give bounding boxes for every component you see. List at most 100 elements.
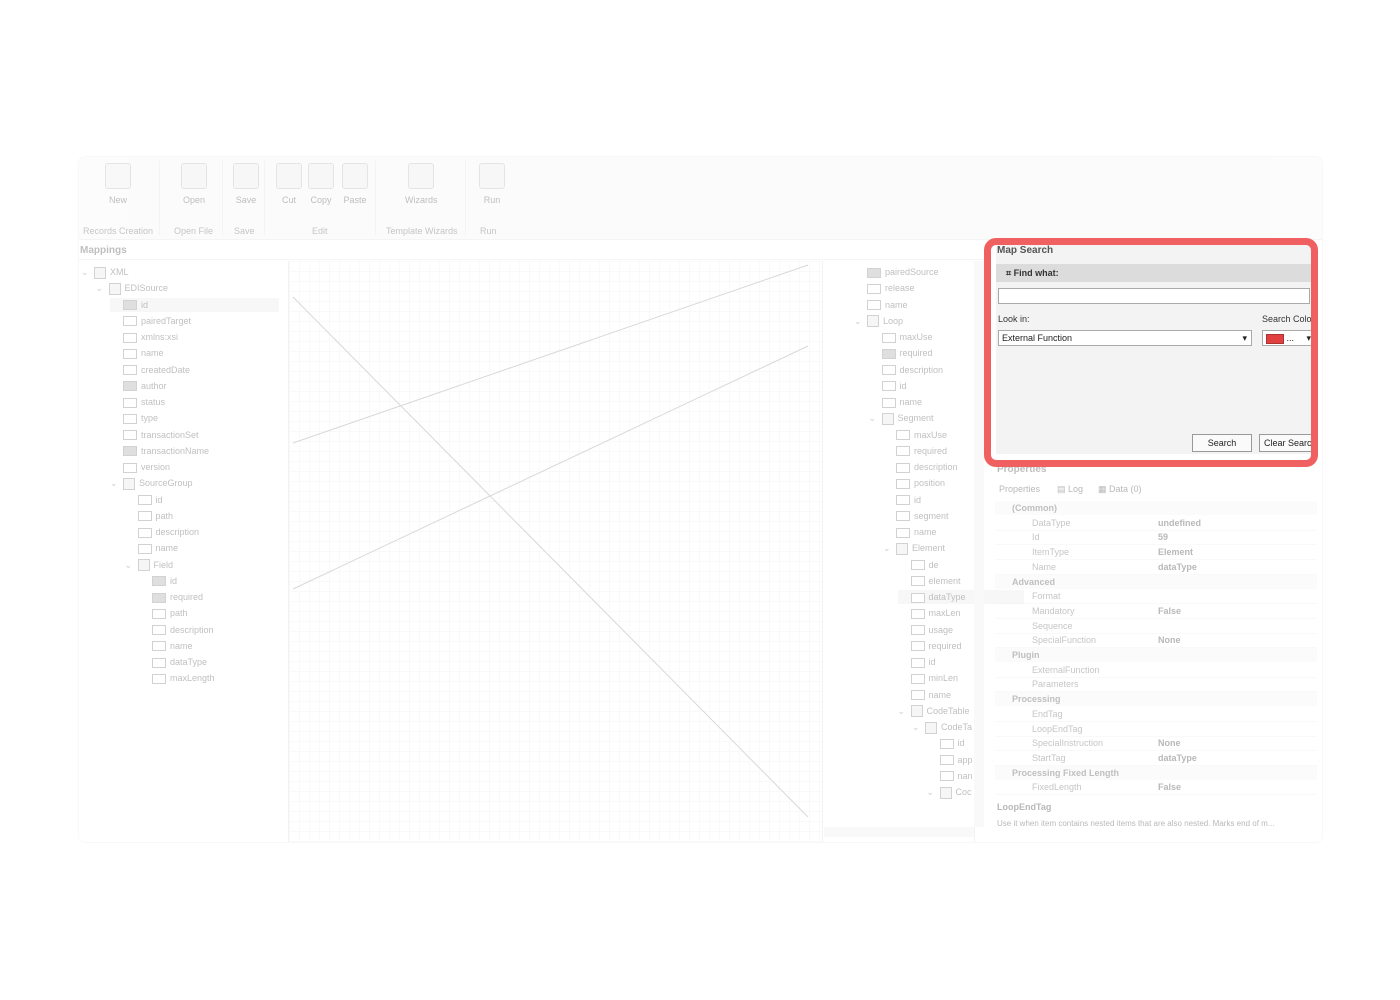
tree-node[interactable]: description [139, 623, 214, 637]
tree-node[interactable]: id [927, 736, 965, 750]
property-row[interactable]: DataType undefined [995, 516, 1317, 531]
tree-node[interactable]: required [898, 639, 962, 653]
property-row[interactable]: Id 59 [995, 530, 1317, 546]
tree-node[interactable]: name [898, 688, 951, 702]
tree-node[interactable]: pairedSource [854, 265, 939, 279]
tree-node[interactable]: transactionSet [110, 428, 199, 442]
property-row[interactable]: SpecialFunction None [995, 633, 1317, 649]
tree-node[interactable]: description [869, 363, 943, 377]
tree-node[interactable]: name [139, 639, 193, 653]
chevron-down-icon[interactable]: ⌄ [927, 785, 937, 799]
tree-node[interactable]: path [125, 509, 173, 523]
tree-node[interactable]: xmlns:xsi [110, 330, 178, 344]
open-button[interactable]: Open [181, 163, 207, 205]
tree-node[interactable]: createdDate [110, 363, 190, 377]
tree-node[interactable]: type [110, 411, 158, 425]
source-tree[interactable]: ⌄ XML ⌄ EDISource id pairedTarget xmlns:xsi nam… [79, 261, 283, 842]
property-row[interactable]: Sequence [995, 619, 1317, 634]
tree-node[interactable]: author [110, 379, 167, 393]
chevron-down-icon[interactable]: ⌄ [110, 476, 120, 490]
tree-node[interactable]: ⌄ Element [883, 541, 945, 555]
mapping-line[interactable] [292, 345, 809, 590]
tab-properties[interactable]: Properties [999, 484, 1040, 494]
property-row[interactable]: FixedLength False [995, 780, 1317, 796]
property-category[interactable]: Processing [995, 692, 1317, 707]
mapping-canvas[interactable] [288, 261, 823, 842]
tree-node[interactable]: element [898, 574, 961, 588]
tree-node[interactable]: de [898, 558, 939, 572]
copy-button[interactable]: Copy [308, 163, 334, 205]
property-category[interactable]: Advanced [995, 574, 1317, 589]
tree-node[interactable]: ⌄ EDISource [96, 281, 168, 295]
property-row[interactable]: ExternalFunction [995, 663, 1317, 678]
chevron-down-icon[interactable]: ⌄ [81, 265, 91, 279]
tree-node[interactable]: name [883, 525, 937, 539]
chevron-down-icon[interactable]: ⌄ [912, 720, 922, 734]
tree-node[interactable]: dataType [139, 655, 207, 669]
tree-node[interactable]: ⌄ CodeTa [912, 720, 972, 734]
horizontal-scrollbar[interactable] [824, 827, 974, 837]
tree-node[interactable]: path [139, 606, 188, 620]
paste-button[interactable]: Paste [342, 163, 368, 205]
wizards-button[interactable]: Wizards [405, 163, 438, 205]
tree-node[interactable]: maxLen [898, 606, 961, 620]
tree-node[interactable]: id [125, 493, 163, 507]
property-category[interactable]: Processing Fixed Length [995, 765, 1317, 780]
tree-node[interactable]: id [110, 297, 279, 312]
tree-node[interactable]: segment [883, 509, 949, 523]
tree-node[interactable]: id [139, 574, 177, 588]
tree-node[interactable]: id [883, 493, 921, 507]
tree-node[interactable]: ⌄ Segment [869, 411, 934, 425]
property-row[interactable]: SpecialInstruction None [995, 736, 1317, 752]
mapping-line[interactable] [292, 264, 809, 444]
tree-node[interactable]: required [883, 444, 947, 458]
clear-search-button[interactable]: Clear Search [1259, 434, 1316, 452]
tree-node[interactable]: transactionName [110, 444, 209, 458]
chevron-down-icon[interactable]: ⌄ [883, 541, 893, 555]
property-row[interactable]: Name dataType [995, 560, 1317, 575]
tree-node[interactable]: id [898, 655, 936, 669]
property-row[interactable]: LoopEndTag [995, 722, 1317, 737]
tree-node[interactable]: pairedTarget [110, 314, 191, 328]
tree-node[interactable]: usage [898, 623, 953, 637]
tree-node[interactable]: nan [927, 769, 973, 783]
tree-node[interactable]: description [883, 460, 958, 474]
property-row[interactable]: Format [995, 589, 1317, 605]
chevron-down-icon[interactable]: ⌄ [125, 558, 135, 572]
property-row[interactable]: Mandatory False [995, 604, 1317, 619]
look-in-dropdown[interactable]: External Function ▾ [998, 330, 1252, 346]
tree-node[interactable]: maxUse [883, 428, 947, 442]
tab-log[interactable]: ▤ Log [1057, 484, 1083, 495]
save-button[interactable]: Save [233, 163, 259, 205]
tree-node[interactable]: name [854, 298, 908, 312]
tree-node[interactable]: id [869, 379, 907, 393]
property-row[interactable]: StartTag dataType [995, 751, 1317, 766]
tree-node[interactable]: ⌄ SourceGroup [110, 476, 193, 490]
tree-node[interactable]: description [125, 525, 199, 539]
new-button[interactable]: New [105, 163, 131, 205]
tree-node[interactable]: status [110, 395, 165, 409]
tree-node[interactable]: release [854, 281, 915, 295]
cut-button[interactable]: Cut [276, 163, 302, 205]
tree-node[interactable]: ⌄ CodeTable [898, 704, 970, 718]
property-row[interactable]: EndTag [995, 707, 1317, 722]
property-grid[interactable]: (Common) DataType undefined Id 59 ItemType Ele… [995, 501, 1317, 796]
tree-node[interactable]: required [139, 590, 203, 604]
search-button[interactable]: Search [1192, 434, 1252, 452]
tree-node[interactable]: maxLength [139, 671, 215, 685]
tree-node[interactable]: name [110, 346, 164, 360]
mapping-line[interactable] [292, 296, 809, 818]
tree-node[interactable]: ⌄ Coc [927, 785, 972, 799]
find-what-input[interactable] [998, 288, 1310, 304]
tree-node[interactable]: name [125, 541, 178, 555]
chevron-down-icon[interactable]: ⌄ [854, 314, 864, 328]
tree-node[interactable]: name [869, 395, 922, 409]
tab-data[interactable]: ▦ Data (0) [1098, 484, 1142, 495]
search-color-picker[interactable]: ... ▾ [1262, 330, 1314, 346]
target-tree[interactable]: pairedSource release name ⌄ Loop maxUse requir… [824, 261, 1024, 842]
tree-node[interactable]: minLen [898, 671, 958, 685]
tree-node[interactable]: ⌄ XML [81, 265, 129, 279]
tree-node[interactable]: required [869, 346, 933, 360]
property-category[interactable]: Plugin [995, 648, 1317, 662]
tree-node[interactable]: app [927, 753, 973, 767]
